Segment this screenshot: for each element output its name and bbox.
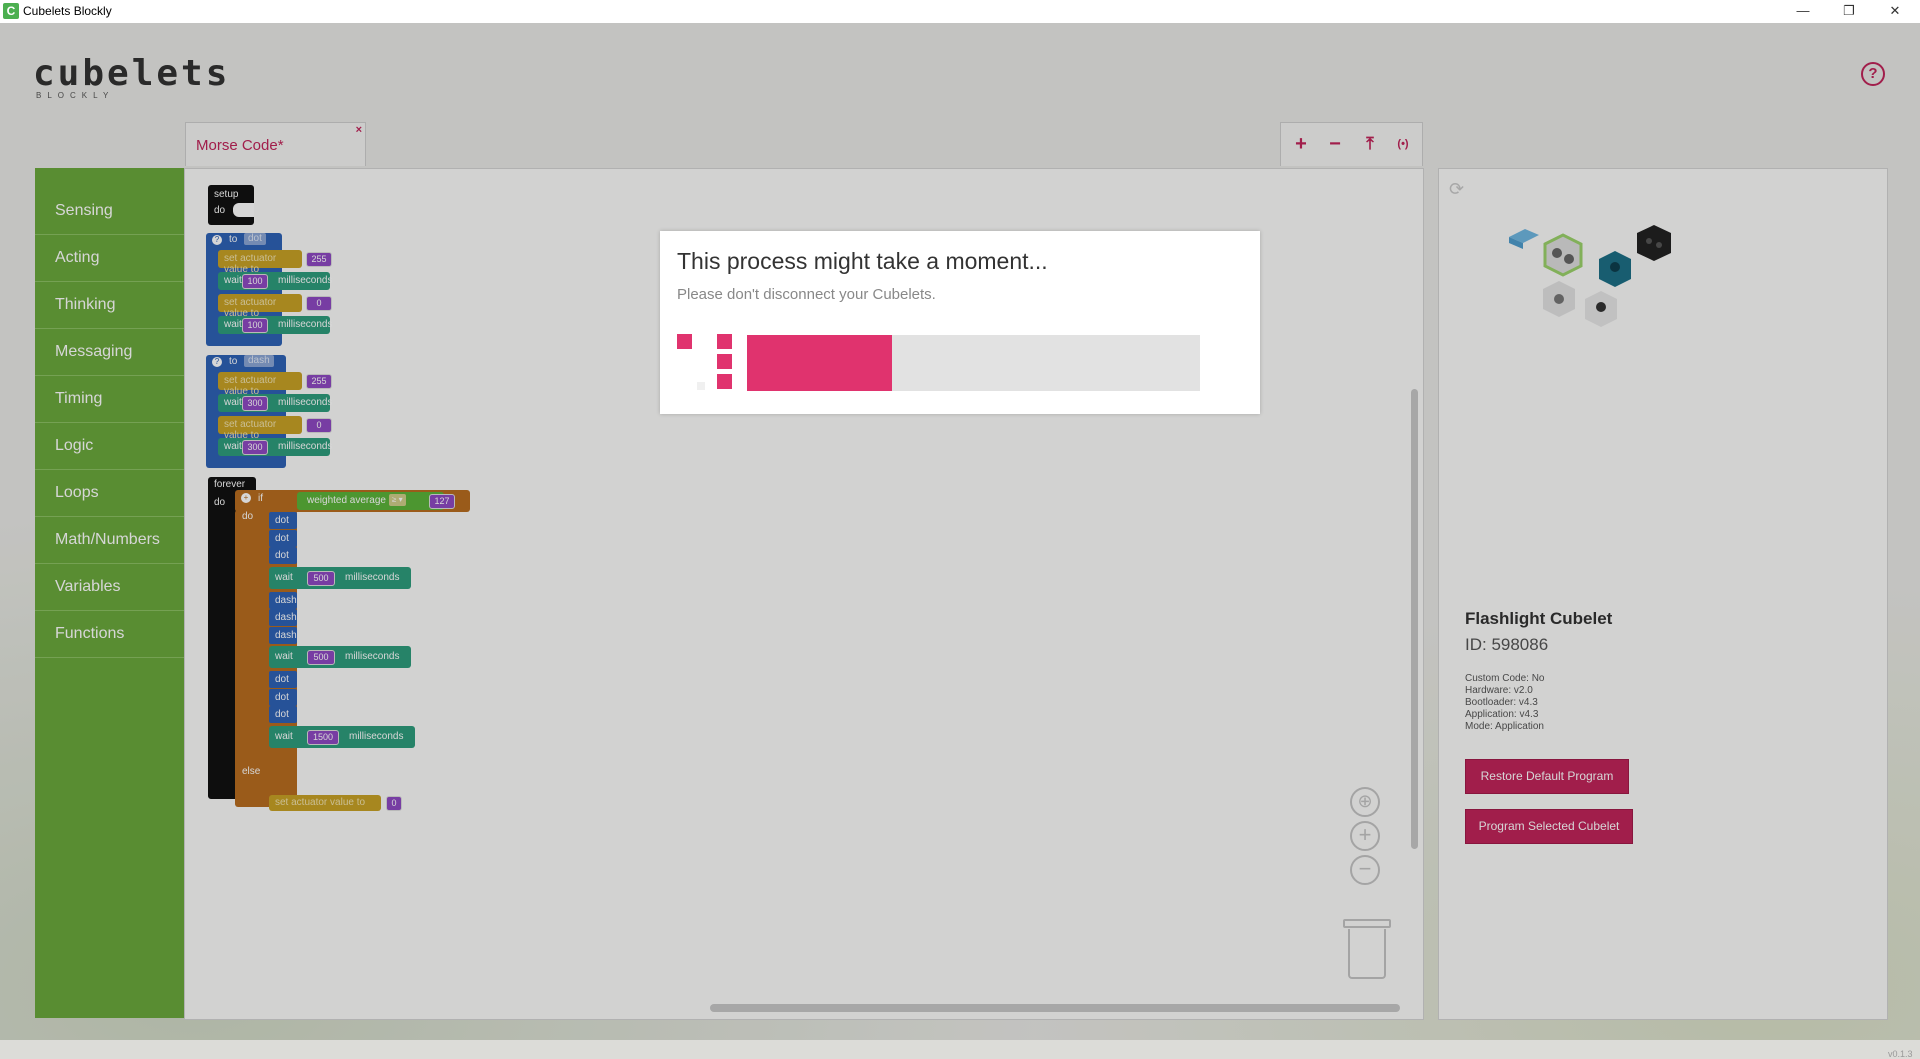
progress-bar — [747, 335, 1200, 391]
dialog-title: This process might take a moment... — [677, 248, 1048, 274]
minimize-button[interactable]: — — [1780, 0, 1826, 23]
window-title: Cubelets Blockly — [23, 4, 112, 18]
modal-overlay — [0, 23, 1920, 1040]
close-window-button[interactable]: ✕ — [1872, 0, 1918, 23]
window-titlebar: C Cubelets Blockly — ❐ ✕ — [0, 0, 1920, 24]
app-icon: C — [3, 3, 19, 19]
loading-spinner-icon — [677, 334, 737, 394]
version-label: v0.1.3 — [1888, 1049, 1913, 1059]
progress-dialog: This process might take a moment... Plea… — [660, 231, 1260, 414]
progress-bar-fill — [747, 335, 892, 391]
dialog-subtitle: Please don't disconnect your Cubelets. — [677, 286, 936, 303]
restore-button[interactable]: ❐ — [1826, 0, 1872, 23]
